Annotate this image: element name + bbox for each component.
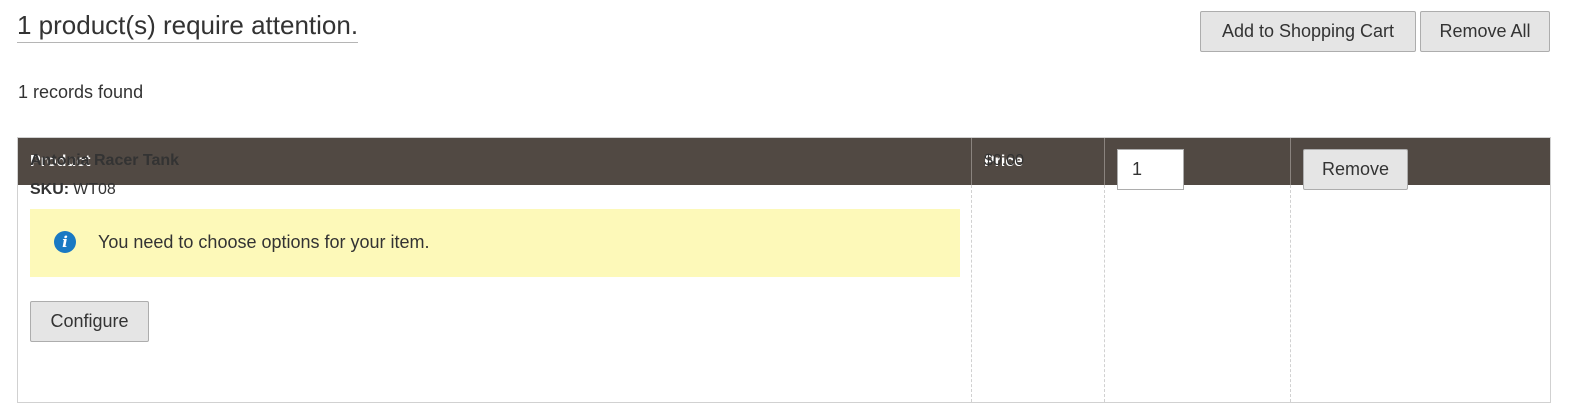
attention-page: 1 product(s) require attention. Add to S… [0, 0, 1578, 419]
product-price: $0.00 [984, 152, 1025, 169]
header-divider [1104, 138, 1105, 185]
add-to-cart-button[interactable]: Add to Shopping Cart [1200, 11, 1416, 52]
notice-message: You need to choose options for your item… [98, 232, 430, 252]
cell-divider [971, 185, 972, 402]
cell-divider [1104, 185, 1105, 402]
info-icon: i [54, 231, 76, 253]
page-title: 1 product(s) require attention. [17, 8, 359, 43]
sku-label: SKU: [30, 181, 70, 198]
product-name: Antonia Racer Tank [30, 152, 180, 169]
products-table: Product Price Quantity Remove Antonia Ra… [17, 137, 1551, 403]
remove-button[interactable]: Remove [1303, 149, 1408, 190]
records-count: 1 records found [18, 82, 144, 102]
configure-button[interactable]: Configure [30, 301, 149, 342]
product-sku: SKU: WT08 [30, 180, 116, 200]
quantity-input[interactable] [1117, 149, 1184, 190]
header-divider [971, 138, 972, 185]
header-divider [1290, 138, 1291, 185]
cell-divider [1290, 185, 1291, 402]
sku-value: WT08 [73, 181, 116, 198]
options-notice: i You need to choose options for your it… [30, 209, 960, 277]
remove-all-button[interactable]: Remove All [1420, 11, 1550, 52]
